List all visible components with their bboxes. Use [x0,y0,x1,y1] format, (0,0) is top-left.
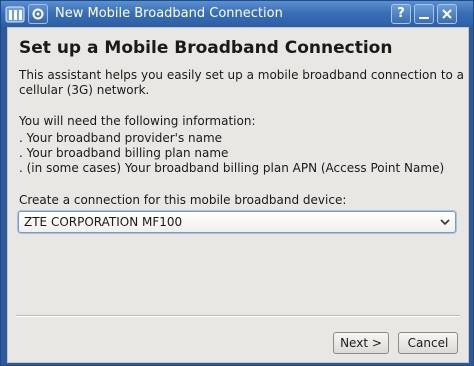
close-button[interactable] [437,4,457,24]
close-icon [442,9,452,19]
chevron-down-icon [440,219,450,226]
cancel-button[interactable]: Cancel [398,332,458,354]
dialog-content: Set up a Mobile Broadband Connection Thi… [7,27,469,363]
divider [16,315,460,317]
window-menu-icon[interactable] [28,4,48,24]
page-title: Set up a Mobile Broadband Connection [19,38,393,58]
requirement-item: . (in some cases) Your broadband billing… [19,161,445,175]
help-button[interactable]: ? [391,4,411,24]
requirement-item: . Your broadband provider's name [19,131,223,145]
network-icon [5,6,25,23]
dialog-window: New Mobile Broadband Connection ? Set up… [0,0,474,366]
window-title: New Mobile Broadband Connection [55,6,283,21]
intro-text-line-2: cellular (3G) network. [19,83,150,97]
device-select[interactable]: ZTE CORPORATION MF100 [18,211,456,233]
minimize-icon [419,17,429,19]
minimize-button[interactable] [414,4,434,24]
device-label: Create a connection for this mobile broa… [19,193,347,207]
device-select-value: ZTE CORPORATION MF100 [24,215,183,229]
intro-text-line-1: This assistant helps you easily set up a… [19,68,465,82]
next-button[interactable]: Next > [333,332,389,354]
requirements-heading: You will need the following information: [19,114,256,128]
title-bar[interactable]: New Mobile Broadband Connection ? [1,1,473,27]
requirement-item: . Your broadband billing plan name [19,146,229,160]
